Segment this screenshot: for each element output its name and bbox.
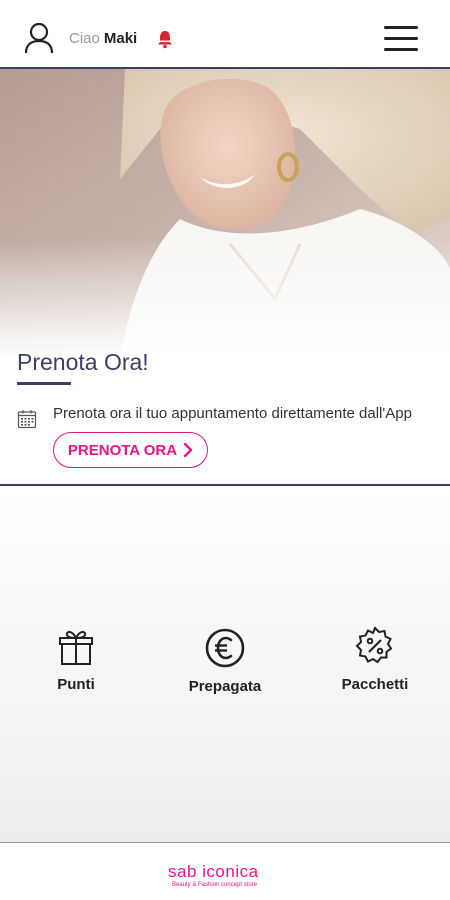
brand-logo: sab iconica Beauty & Fashion concept sto… — [168, 862, 288, 896]
euro-icon — [205, 628, 245, 668]
quick-action-label: Punti — [57, 676, 95, 693]
hero-title: Prenota Ora! — [17, 349, 149, 375]
prenota-ora-button[interactable]: PRENOTA ORA — [53, 432, 208, 468]
chevron-right-icon — [183, 443, 193, 457]
calendar-icon — [17, 410, 37, 429]
quick-action-prepagata[interactable]: Prepagata — [165, 628, 285, 695]
app-header: Ciao Maki — [0, 0, 450, 69]
bell-icon[interactable] — [155, 29, 175, 49]
greeting: Ciao Maki — [69, 30, 137, 47]
hamburger-menu-button[interactable] — [384, 26, 418, 52]
quick-action-punti[interactable]: Punti — [16, 628, 136, 693]
prenota-ora-label: PRENOTA ORA — [67, 441, 178, 459]
menu-line — [384, 26, 418, 29]
menu-line — [384, 37, 418, 40]
percent-badge-icon — [355, 626, 393, 664]
quick-action-label: Prepagata — [188, 678, 262, 695]
hero-description: Prenota ora il tuo appuntamento direttam… — [53, 405, 412, 422]
logo-text: sab iconica — [168, 862, 259, 881]
hero-booking-card: Prenota Ora! Prenota ora il tuo appuntam… — [0, 69, 450, 486]
logo-tagline: Beauty & Fashion concept store — [172, 882, 258, 888]
quick-actions: Punti Prepagata Pacchetti — [0, 488, 450, 843]
user-icon[interactable] — [24, 22, 54, 54]
title-underline — [17, 382, 71, 385]
menu-line — [384, 48, 418, 51]
user-name: Maki — [103, 30, 138, 47]
quick-action-pacchetti[interactable]: Pacchetti — [315, 626, 435, 693]
greeting-text: Ciao — [69, 30, 100, 47]
quick-action-label: Pacchetti — [341, 676, 409, 693]
gift-icon — [59, 631, 93, 665]
